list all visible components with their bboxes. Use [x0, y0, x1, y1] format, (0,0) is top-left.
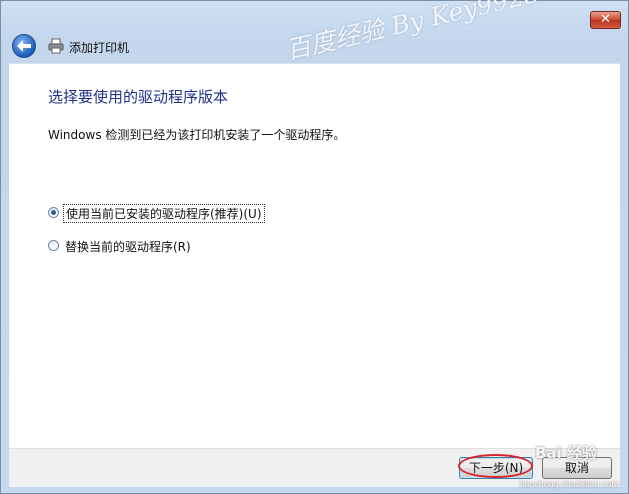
page-heading: 选择要使用的驱动程序版本 — [48, 88, 229, 106]
radio-replace-driver[interactable] — [48, 240, 59, 251]
back-arrow-icon — [17, 40, 31, 52]
wizard-window: ✕ 添加打印机 选择要使用的驱动程序版本 Windows 检测到已经为该打印机安… — [0, 0, 629, 494]
window-title: 添加打印机 — [69, 41, 130, 55]
description-text: Windows 检测到已经为该打印机安装了一个驱动程序。 — [48, 128, 346, 142]
watermark-corner: Bai 经验 — [535, 444, 597, 462]
option-keep-driver-label[interactable]: 使用当前已安装的驱动程序(推荐)(U) — [63, 204, 265, 223]
printer-icon — [48, 38, 64, 54]
close-icon: ✕ — [600, 12, 611, 27]
watermark-corner-sub: jiaocheng.chazidian.com — [520, 480, 620, 489]
wizard-content: 选择要使用的驱动程序版本 Windows 检测到已经为该打印机安装了一个驱动程序… — [9, 63, 620, 449]
close-button[interactable]: ✕ — [590, 11, 621, 29]
back-button[interactable] — [12, 34, 36, 58]
option-replace-driver-label[interactable]: 替换当前的驱动程序(R) — [63, 238, 193, 255]
radio-keep-driver[interactable] — [48, 207, 59, 218]
annotation-circle — [458, 454, 533, 478]
